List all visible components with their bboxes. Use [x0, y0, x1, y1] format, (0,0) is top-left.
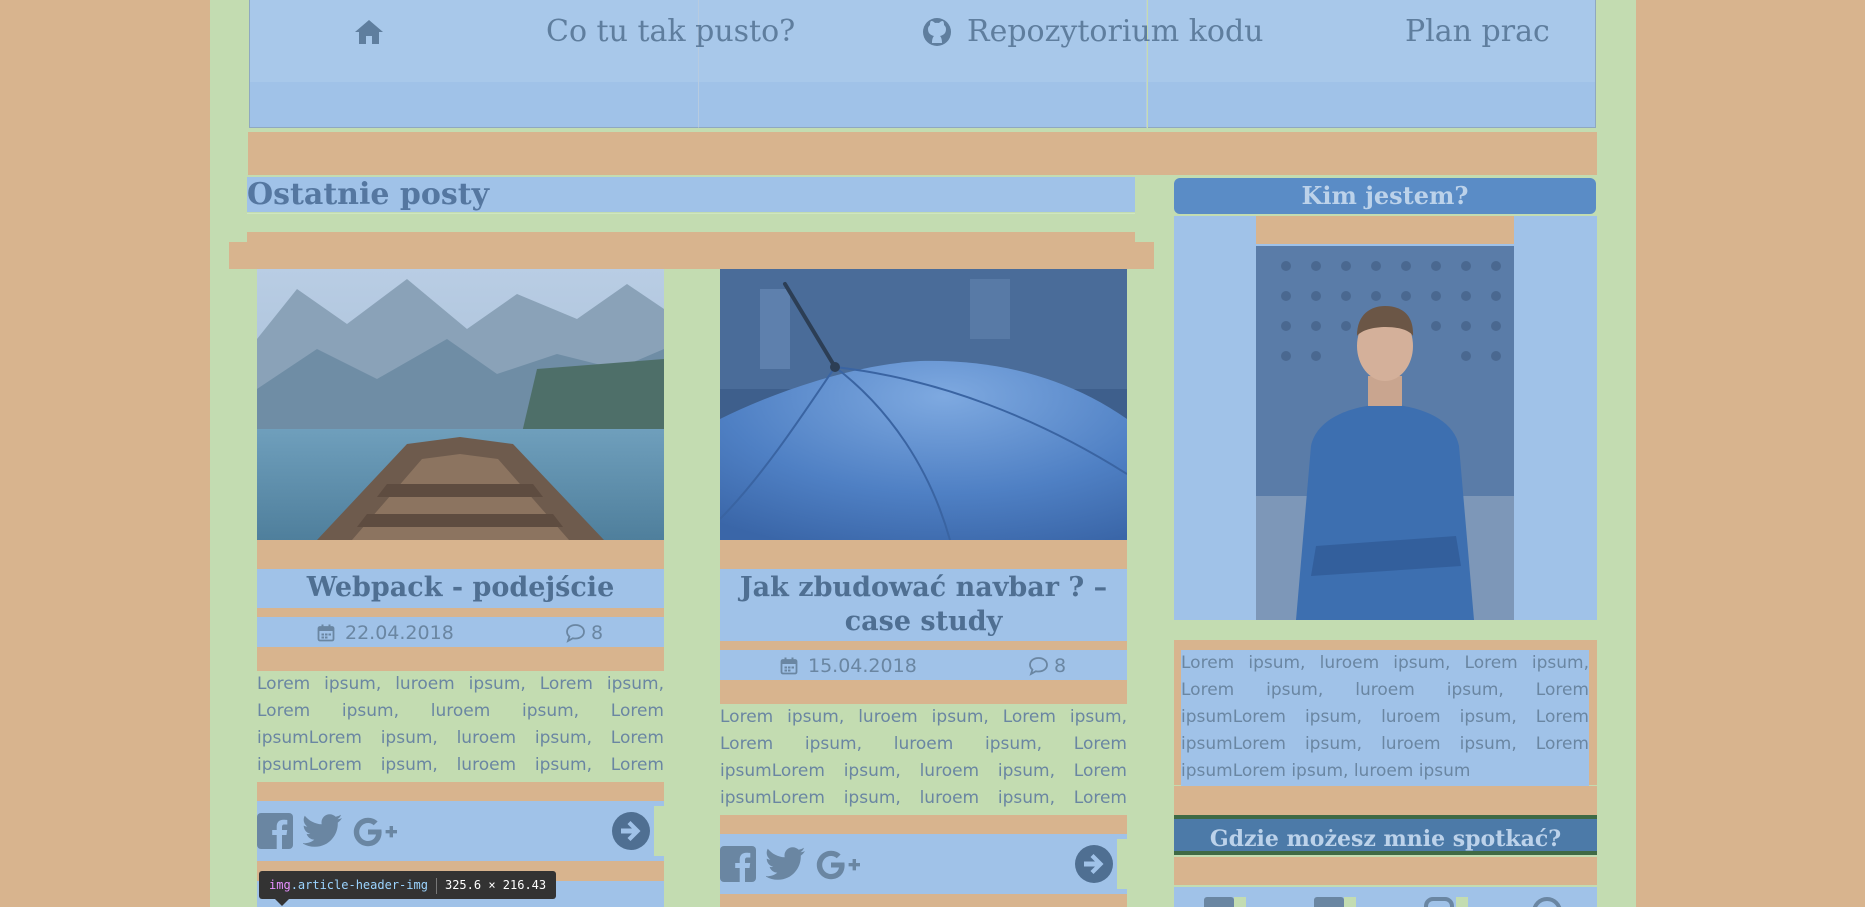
meet-title: Gdzie możesz mnie spotkać?: [1174, 815, 1597, 855]
devtools-inspect-tooltip: img.article-header-img 325.6 × 216.43: [259, 871, 557, 899]
author-photo: [1256, 246, 1514, 620]
comment-count[interactable]: 8: [1054, 652, 1066, 680]
arrow-circle-right-icon[interactable]: [1075, 845, 1113, 883]
article-date: 22.04.2018: [345, 622, 454, 644]
google-plus-icon[interactable]: [816, 850, 864, 880]
calendar-icon: [317, 624, 335, 642]
about-title: Kim jestem?: [1174, 178, 1596, 214]
meet-icons-row: [1174, 887, 1597, 907]
article-date: 15.04.2018: [808, 655, 917, 677]
arrow-circle-right-icon[interactable]: [612, 812, 650, 850]
nav-link-co-tu-tak-pusto[interactable]: Co tu tak pusto?: [546, 12, 795, 52]
meet-icons-margin: [1174, 857, 1597, 885]
comment-icon: [1029, 657, 1048, 676]
article-header-img[interactable]: [257, 269, 664, 540]
twitter-icon[interactable]: [303, 814, 343, 848]
share-row: [720, 834, 1127, 894]
navbar: Co tu tak pusto? Repozytorium kodu Plan …: [249, 0, 1596, 128]
tooltip-size: 325.6 × 216.43: [444, 878, 547, 892]
comment-count[interactable]: 8: [591, 619, 603, 647]
article-meta: 15.04.2018 8: [720, 652, 1127, 680]
linkedin-icon[interactable]: [1314, 897, 1344, 907]
about-text: Lorem ipsum, luroem ipsum, Lorem ipsum, …: [1181, 650, 1589, 786]
comment-icon: [566, 624, 585, 643]
spacer-strip: [248, 132, 1597, 175]
twitter-icon[interactable]: [766, 847, 806, 881]
article-header-img[interactable]: [720, 269, 1127, 540]
facebook-icon[interactable]: [720, 846, 756, 882]
share-row: [257, 801, 664, 861]
tooltip-arrow: [274, 898, 290, 906]
nav-link-plan-prac[interactable]: Plan prac: [1405, 12, 1550, 52]
tooltip-class: .article-header-img: [290, 878, 428, 892]
section-divider-margin: [247, 232, 1135, 242]
facebook-icon[interactable]: [1204, 897, 1234, 907]
section-divider: [247, 213, 1135, 230]
article-meta: 22.04.2018 8: [257, 619, 664, 647]
facebook-icon[interactable]: [257, 813, 293, 849]
calendar-icon: [780, 657, 798, 675]
section-divider-margin-outer: [229, 242, 1154, 269]
meet-margin: [1174, 786, 1597, 816]
about-photo-margin: [1256, 216, 1514, 244]
nav-link-repozytorium-kodu[interactable]: Repozytorium kodu: [967, 12, 1263, 52]
article-title[interactable]: Jak zbudować navbar ? – case study: [720, 571, 1127, 639]
github-icon[interactable]: [921, 16, 953, 48]
section-title: Ostatnie posty: [247, 177, 490, 212]
google-plus-icon[interactable]: [353, 817, 401, 847]
instagram-icon[interactable]: [1424, 897, 1454, 907]
home-icon[interactable]: [353, 16, 385, 48]
tooltip-tag: img: [269, 878, 291, 892]
pinterest-icon[interactable]: [1532, 897, 1562, 907]
